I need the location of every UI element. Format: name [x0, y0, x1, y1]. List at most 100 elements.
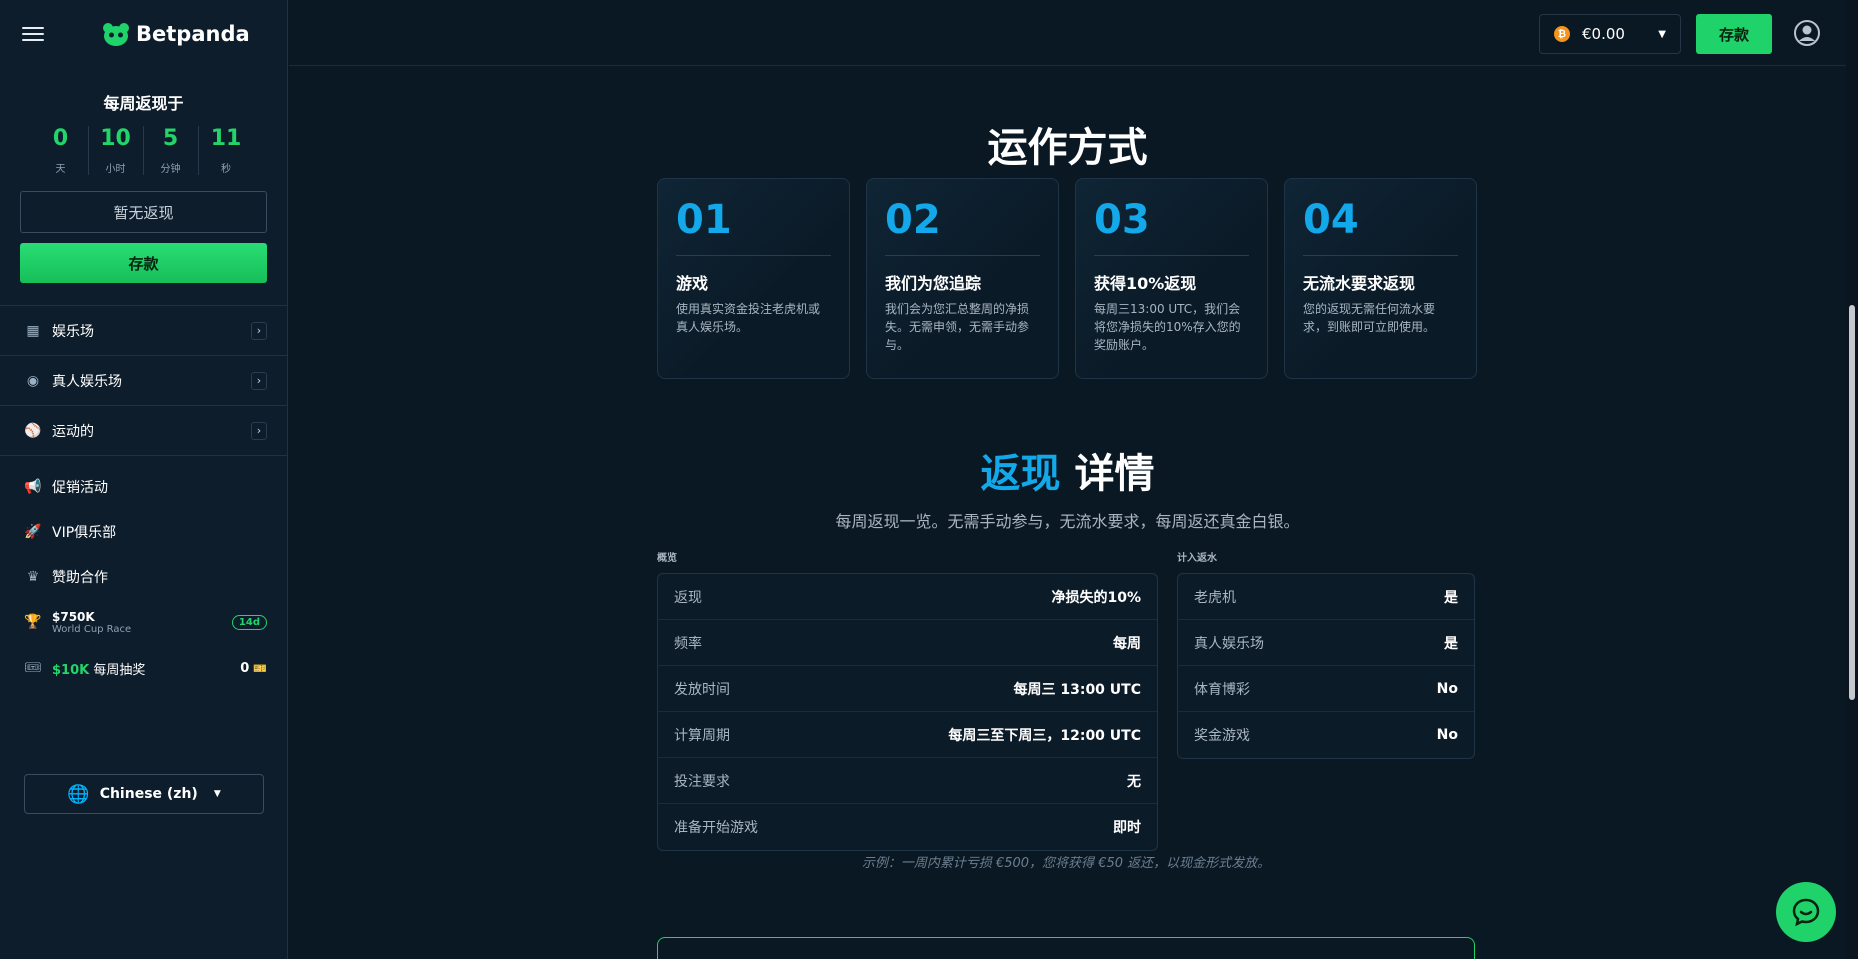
deposit-button[interactable]: 存款	[1696, 14, 1772, 54]
row-value: 无	[1127, 773, 1141, 790]
countdown-value: 11	[210, 126, 242, 151]
countdown-minutes: 5 分钟	[144, 126, 199, 175]
row-key: 真人娱乐场	[1194, 635, 1264, 652]
sidebar-item-label: 真人娱乐场	[52, 373, 122, 390]
row-key: 准备开始游戏	[674, 820, 758, 836]
sidebar-item-sports[interactable]: ⚾ 运动的 ›	[0, 406, 287, 456]
raffle-amount: $10K	[52, 662, 90, 678]
ticket-small-icon: 🎫	[253, 661, 267, 675]
scrollbar[interactable]	[1846, 0, 1858, 959]
raffle-name: 每周抽奖	[93, 662, 146, 678]
sidebar-item-sponsorship[interactable]: ♛ 赞助合作	[0, 554, 287, 599]
countdown-unit: 秒	[221, 164, 231, 175]
step-title: 我们为您追踪	[885, 274, 982, 293]
raffle-ticket-count: 0	[240, 660, 250, 676]
row-key: 投注要求	[674, 773, 730, 790]
live-icon: ◉	[26, 372, 40, 389]
countdown-unit: 分钟	[160, 164, 181, 175]
step-title: 获得10%返现	[1094, 274, 1197, 293]
table-row: 计算周期 每周三至下周三，12:00 UTC	[658, 712, 1157, 758]
countdown-value: 10	[100, 126, 131, 151]
steps-row: 01 游戏 使用真实资金投注老虎机或真人娱乐场。 02 我们为您追踪 我们会为您…	[657, 178, 1477, 379]
overview-table: 返现 净损失的10% 频率 每周 发放时间 每周三 13:00 UTC 计算周期 每周三…	[657, 573, 1158, 851]
row-value: No	[1436, 727, 1458, 743]
sidebar-header: Betpanda	[0, 0, 287, 68]
row-value: 是	[1444, 589, 1458, 606]
table-row: 奖金游戏 No	[1178, 712, 1474, 758]
how-it-works-title: 运作方式	[987, 125, 1148, 171]
row-value: No	[1436, 680, 1458, 697]
row-value: 每周三 13:00 UTC	[1013, 681, 1141, 698]
sidebar-item-promotions[interactable]: 📢 促销活动	[0, 464, 287, 509]
countdown-seconds: 11 秒	[199, 126, 254, 175]
globe-icon: 🌐	[67, 783, 90, 805]
table-row: 体育博彩 No	[1178, 666, 1474, 712]
ticket-icon: 🎟	[24, 660, 42, 676]
countdown-unit: 小时	[105, 164, 126, 175]
row-key: 老虎机	[1194, 589, 1236, 606]
cashback-countdown: 0 天 10 小时 5 分钟 11 秒	[0, 126, 287, 175]
sidebar-item-label: 赞助合作	[52, 569, 108, 586]
row-key: 计算周期	[674, 727, 730, 744]
megaphone-icon: 📢	[24, 478, 42, 495]
balance-selector[interactable]: ₿ €0.00 ▼	[1539, 14, 1681, 54]
table-row: 投注要求 无	[658, 758, 1157, 804]
sidebar-item-world-cup-race[interactable]: 🏆 $750K World Cup Race 14d	[0, 599, 287, 645]
step-card: 04 无流水要求返现 您的返现无需任何流水要求，到账即可立即使用。	[1284, 178, 1477, 379]
menu-icon[interactable]	[22, 27, 44, 41]
cashback-details-title: 返现 详情	[289, 441, 1846, 499]
row-key: 频率	[674, 635, 702, 652]
step-description: 每周三13:00 UTC，我们会将您净损失的10%存入您的奖励账户。	[1094, 302, 1241, 352]
row-value: 是	[1444, 635, 1458, 652]
casino-icon: ▦	[26, 322, 40, 339]
row-key: 体育博彩	[1194, 681, 1250, 698]
step-description: 您的返现无需任何流水要求，到账即可立即使用。	[1303, 302, 1436, 334]
sidebar: Betpanda 每周返现于 0 天 10 小时 5 分钟 11 秒 暂无返现 …	[0, 0, 288, 959]
sidebar-item-label: 促销活动	[52, 479, 108, 496]
row-value: 净损失的10%	[1051, 589, 1141, 606]
countdown-value: 0	[52, 126, 69, 151]
chevron-right-icon[interactable]: ›	[251, 321, 267, 340]
chevron-right-icon[interactable]: ›	[251, 421, 267, 440]
sidebar-item-vip[interactable]: 🚀 VIP俱乐部	[0, 509, 287, 554]
step-card: 03 获得10%返现 每周三13:00 UTC，我们会将您净损失的10%存入您的…	[1075, 178, 1268, 379]
title-rest: 详情	[1060, 451, 1155, 497]
row-value: 每周	[1113, 635, 1141, 652]
brand-logo[interactable]: Betpanda	[102, 22, 250, 46]
details-subtitle: 每周返现一览。无需手动参与，无流水要求，每周返还真金白银。	[835, 512, 1300, 531]
sidebar-deposit-button[interactable]: 存款	[20, 243, 267, 283]
step-title: 游戏	[676, 274, 709, 293]
countdown-hours: 10 小时	[89, 126, 144, 175]
race-amount: $750K	[52, 609, 95, 624]
row-value: 每周三至下周三，12:00 UTC	[948, 727, 1141, 744]
no-cashback-box: 暂无返现	[20, 191, 267, 233]
sidebar-nav: ▦ 娱乐场 › ◉ 真人娱乐场 › ⚾ 运动的 ›	[0, 305, 287, 456]
countdown-unit: 天	[55, 164, 66, 175]
rocket-icon: 🚀	[24, 523, 42, 540]
counts-table: 老虎机是 真人娱乐场是 体育博彩 No 奖金游戏 No	[1177, 573, 1475, 759]
overview-label: 概览	[657, 553, 677, 564]
table-row: 发放时间 每周三 13:00 UTC	[658, 666, 1157, 712]
table-row: 老虎机 是	[1178, 574, 1474, 620]
step-number: 04	[1303, 197, 1458, 256]
sidebar-item-casino[interactable]: ▦ 娱乐场 ›	[0, 306, 287, 356]
top-bar: ₿ €0.00 ▼ 存款	[289, 0, 1846, 66]
row-key: 发放时间	[674, 681, 730, 698]
step-card: 02 我们为您追踪 我们会为您汇总整周的净损失。无需申领，无需手动参与。	[866, 178, 1059, 379]
scrollbar-thumb[interactable]	[1849, 305, 1855, 700]
user-icon[interactable]	[1794, 20, 1820, 46]
sidebar-item-live-casino[interactable]: ◉ 真人娱乐场 ›	[0, 356, 287, 406]
language-label: Chinese (zh)	[99, 786, 198, 802]
brand-name: Betpanda	[136, 22, 250, 46]
chevron-right-icon[interactable]: ›	[251, 371, 267, 390]
sidebar-item-weekly-raffle[interactable]: 🎟 $10K 每周抽奖 0 🎫	[0, 645, 287, 691]
trophy-icon: 🏆	[24, 614, 42, 630]
bitcoin-icon: ₿	[1554, 26, 1570, 42]
chat-button[interactable]	[1776, 882, 1836, 942]
example-note: 示例：一周内累计亏损 €500，您将获得 €50 返还，以现金形式发放。	[861, 856, 1271, 871]
title-highlight: 返现	[980, 451, 1061, 497]
language-selector[interactable]: 🌐 Chinese (zh) ▼	[24, 774, 264, 814]
crown-icon: ♛	[26, 568, 40, 585]
bottom-card	[657, 937, 1475, 959]
caret-down-icon: ▼	[213, 789, 221, 799]
